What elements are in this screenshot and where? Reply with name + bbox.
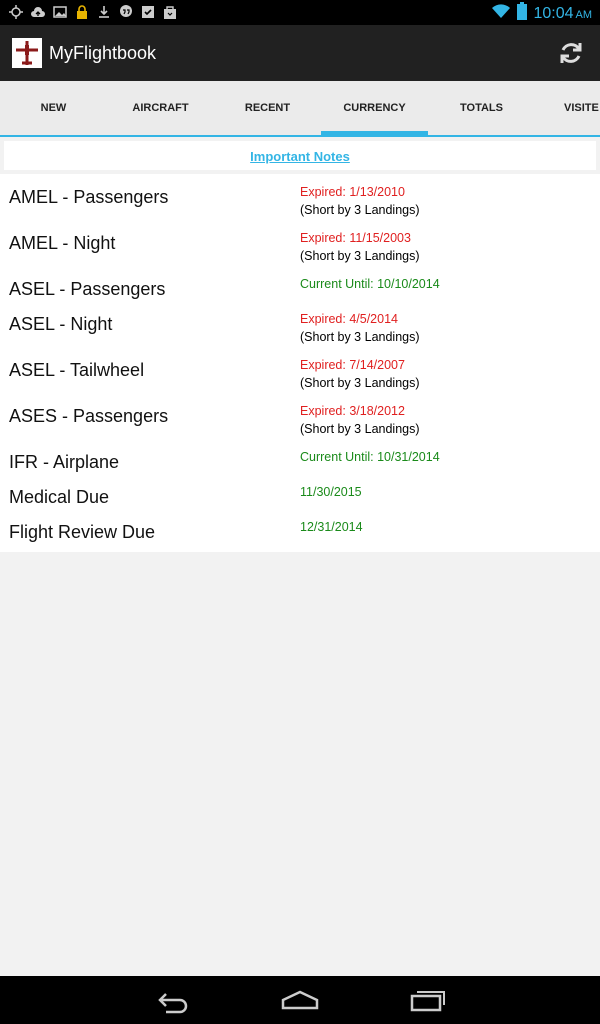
status-bar: 10:04 AM — [0, 0, 600, 25]
app-title: MyFlightbook — [49, 43, 157, 63]
currency-label: ASEL - Tailwheel — [9, 360, 145, 380]
clock: 10:04 AM — [533, 5, 592, 23]
currency-status: Expired: 1/13/2010 — [300, 185, 405, 199]
currency-status: 12/31/2014 — [300, 520, 363, 534]
currency-label: ASES - Passengers — [9, 406, 169, 426]
recent-apps-icon — [410, 991, 445, 1012]
currency-detail: (Short by 3 Landings) — [300, 249, 420, 263]
home-button[interactable] — [280, 986, 320, 1014]
notification-icons — [8, 4, 178, 20]
wifi-icon — [491, 2, 511, 25]
navigation-bar — [0, 976, 600, 1024]
currency-detail: (Short by 3 Landings) — [300, 422, 420, 436]
tab-visited[interactable]: VISITE — [535, 81, 600, 135]
currency-detail: (Short by 3 Landings) — [300, 330, 420, 344]
currency-label: Medical Due — [9, 487, 110, 507]
back-icon — [158, 993, 188, 1014]
battery-icon — [517, 2, 528, 25]
currency-status: Expired: 4/5/2014 — [300, 312, 398, 326]
clock-time: 10:04 — [533, 4, 574, 22]
checklist-icon — [140, 4, 156, 20]
bag-icon — [162, 4, 178, 20]
currency-label: ASEL - Passengers — [9, 279, 166, 299]
refresh-icon — [560, 43, 582, 63]
important-notes-link[interactable]: Important Notes — [250, 149, 350, 164]
image-icon — [52, 4, 68, 20]
tab-bar: NEW AIRCRAFT RECENT CURRENCY TOTALS VISI… — [0, 81, 600, 137]
lock-icon — [74, 4, 90, 20]
currency-status: Current Until: 10/10/2014 — [300, 277, 440, 291]
back-button[interactable] — [152, 986, 192, 1014]
currency-status: Expired: 11/15/2003 — [300, 231, 411, 245]
currency-detail: (Short by 3 Landings) — [300, 203, 420, 217]
currency-status: Expired: 7/14/2007 — [300, 358, 405, 372]
tab-aircraft[interactable]: AIRCRAFT — [107, 81, 214, 135]
currency-label: Flight Review Due — [9, 522, 156, 542]
home-icon — [281, 990, 319, 1010]
important-notes-bar: Important Notes — [4, 141, 596, 170]
action-bar: MyFlightbook — [0, 25, 600, 81]
cloud-upload-icon — [30, 4, 46, 20]
tab-currency[interactable]: CURRENCY — [321, 81, 428, 135]
currency-detail: (Short by 3 Landings) — [300, 376, 420, 390]
hangouts-icon — [118, 4, 134, 20]
currency-label: AMEL - Passengers — [9, 187, 169, 207]
gps-icon — [8, 4, 24, 20]
currency-label: IFR - Airplane — [9, 452, 120, 472]
tab-totals[interactable]: TOTALS — [428, 81, 535, 135]
currency-status: 11/30/2015 — [300, 485, 362, 499]
currency-label: ASEL - Night — [9, 314, 113, 334]
tab-recent[interactable]: RECENT — [214, 81, 321, 135]
refresh-button[interactable] — [556, 38, 586, 68]
currency-label: AMEL - Night — [9, 233, 116, 253]
clock-ampm: AM — [575, 8, 593, 21]
currency-status: Current Until: 10/31/2014 — [300, 450, 440, 464]
system-indicators: 10:04 AM — [491, 2, 592, 25]
currency-status: Expired: 3/18/2012 — [300, 404, 405, 418]
app-logo-icon[interactable] — [12, 38, 42, 68]
recent-apps-button[interactable] — [408, 986, 448, 1014]
currency-list: AMEL - Passengers Expired: 1/13/2010 (Sh… — [0, 174, 600, 552]
download-icon — [96, 4, 112, 20]
tab-new[interactable]: NEW — [0, 81, 107, 135]
